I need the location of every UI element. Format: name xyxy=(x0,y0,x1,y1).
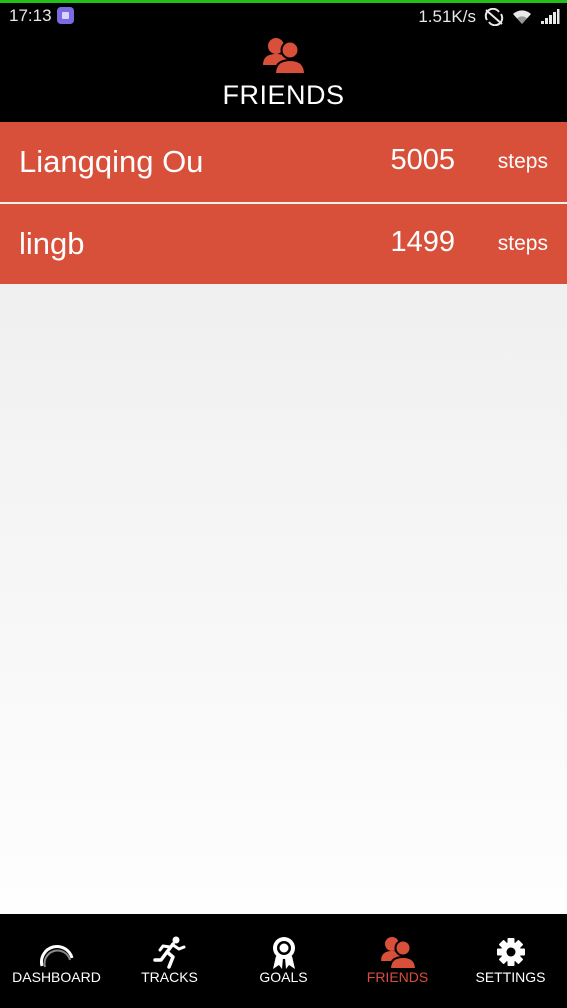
friends-list: Liangqing Ou 5005 steps lingb 1499 steps xyxy=(0,122,567,914)
friend-name: lingb xyxy=(19,226,85,261)
page-title: FRIENDS xyxy=(222,80,345,110)
nav-label: TRACKS xyxy=(141,969,198,985)
nav-item-goals[interactable]: GOALS xyxy=(226,914,341,1008)
network-speed: 1.51K/s xyxy=(418,7,476,26)
running-person-icon xyxy=(152,936,188,970)
nav-label: SETTINGS xyxy=(475,969,546,985)
nav-item-dashboard[interactable]: DASHBOARD xyxy=(0,914,113,1008)
award-ribbon-icon xyxy=(266,936,302,970)
friend-name: Liangqing Ou xyxy=(19,144,204,179)
friends-icon xyxy=(262,37,307,75)
status-right-group: 1.51K/s xyxy=(418,6,560,28)
dashboard-gauge-icon xyxy=(39,936,75,970)
nav-label: DASHBOARD xyxy=(12,969,101,985)
wifi-icon xyxy=(512,9,532,25)
nav-item-friends[interactable]: FRIENDS xyxy=(341,914,454,1008)
status-bar: 17:13 1.51K/s xyxy=(0,3,567,30)
nav-label: FRIENDS xyxy=(366,969,429,985)
friend-step-unit: steps xyxy=(497,150,548,173)
friend-step-count: 5005 xyxy=(390,144,455,176)
gear-icon xyxy=(493,936,529,970)
nav-label: GOALS xyxy=(259,969,308,985)
signal-icon xyxy=(540,9,560,25)
status-time: 17:13 xyxy=(9,6,52,25)
bottom-navigation: DASHBOARD TRACKS GOALS FRIENDS SETTINGS xyxy=(0,914,567,1008)
page-header: FRIENDS xyxy=(0,30,567,122)
nav-item-tracks[interactable]: TRACKS xyxy=(113,914,226,1008)
friend-row[interactable]: lingb 1499 steps xyxy=(0,204,567,284)
friend-step-unit: steps xyxy=(497,232,548,255)
app-notification-icon xyxy=(57,7,74,24)
friends-icon xyxy=(380,936,417,970)
friend-row[interactable]: Liangqing Ou 5005 steps xyxy=(0,122,567,202)
no-sync-icon xyxy=(484,8,504,26)
nav-item-settings[interactable]: SETTINGS xyxy=(454,914,567,1008)
friend-step-count: 1499 xyxy=(390,226,455,258)
